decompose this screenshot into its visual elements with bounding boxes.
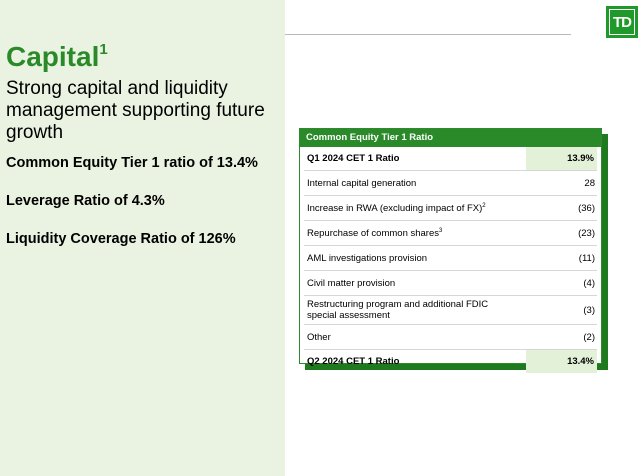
row-label: Increase in RWA (excluding impact of FX) bbox=[307, 203, 483, 215]
row-label-wrap: Repurchase of common shares3 bbox=[304, 226, 527, 239]
row-value: (4) bbox=[583, 277, 595, 289]
title-footnote-marker: 1 bbox=[99, 40, 108, 58]
table-row: Civil matter provision (4) bbox=[304, 271, 597, 296]
metric-leverage: Leverage Ratio of 4.3% bbox=[6, 193, 165, 209]
table-row: Repurchase of common shares3 (23) bbox=[304, 221, 597, 246]
metric-lcr: Liquidity Coverage Ratio of 126% bbox=[6, 231, 236, 247]
row-label: Other bbox=[307, 331, 331, 343]
row-label: Internal capital generation bbox=[307, 177, 417, 189]
metric-cet1: Common Equity Tier 1 ratio of 13.4% bbox=[6, 155, 258, 171]
page-title-text: Capital bbox=[6, 41, 100, 72]
row-value: 28 bbox=[584, 177, 595, 189]
cet1-table: Common Equity Tier 1 Ratio Q1 2024 CET 1… bbox=[299, 128, 602, 373]
row-label: Civil matter provision bbox=[307, 277, 396, 289]
table-row: Increase in RWA (excluding impact of FX)… bbox=[304, 196, 597, 221]
row-value: 13.9% bbox=[526, 147, 597, 170]
row-label: AML investigations provision bbox=[307, 252, 428, 264]
row-value: 13.4% bbox=[526, 350, 597, 373]
footnote-marker: 3 bbox=[439, 228, 443, 235]
table-header: Common Equity Tier 1 Ratio bbox=[300, 129, 601, 147]
page-title: Capital1 bbox=[6, 41, 108, 73]
row-label: Q2 2024 CET 1 Ratio bbox=[307, 356, 400, 367]
row-value: (2) bbox=[583, 331, 595, 343]
table-row-q1-ratio: Q1 2024 CET 1 Ratio 13.9% bbox=[304, 147, 597, 171]
table-row: Other (2) bbox=[304, 325, 597, 350]
row-value: (3) bbox=[583, 304, 595, 316]
table-body: Q1 2024 CET 1 Ratio 13.9% Internal capit… bbox=[300, 147, 601, 373]
row-label-wrap: Increase in RWA (excluding impact of FX)… bbox=[304, 201, 527, 214]
table-row: Restructuring program and additional FDI… bbox=[304, 296, 597, 325]
td-logo-text: TD bbox=[609, 9, 635, 35]
table-row: AML investigations provision (11) bbox=[304, 246, 597, 271]
table-row: Internal capital generation 28 bbox=[304, 171, 597, 196]
row-value: (23) bbox=[578, 227, 595, 239]
table-row-q2-ratio: Q2 2024 CET 1 Ratio 13.4% bbox=[304, 350, 597, 373]
row-label: Repurchase of common shares bbox=[307, 228, 440, 240]
footnote-marker: 2 bbox=[482, 203, 486, 210]
row-label: Restructuring program and additional FDI… bbox=[307, 299, 489, 321]
page-subtitle: Strong capital and liquidity management … bbox=[6, 78, 265, 143]
td-logo: TD bbox=[606, 6, 638, 38]
row-value: (36) bbox=[578, 202, 595, 214]
row-label: Q1 2024 CET 1 Ratio bbox=[307, 153, 400, 164]
title-divider bbox=[285, 34, 571, 35]
row-value: (11) bbox=[578, 252, 595, 264]
